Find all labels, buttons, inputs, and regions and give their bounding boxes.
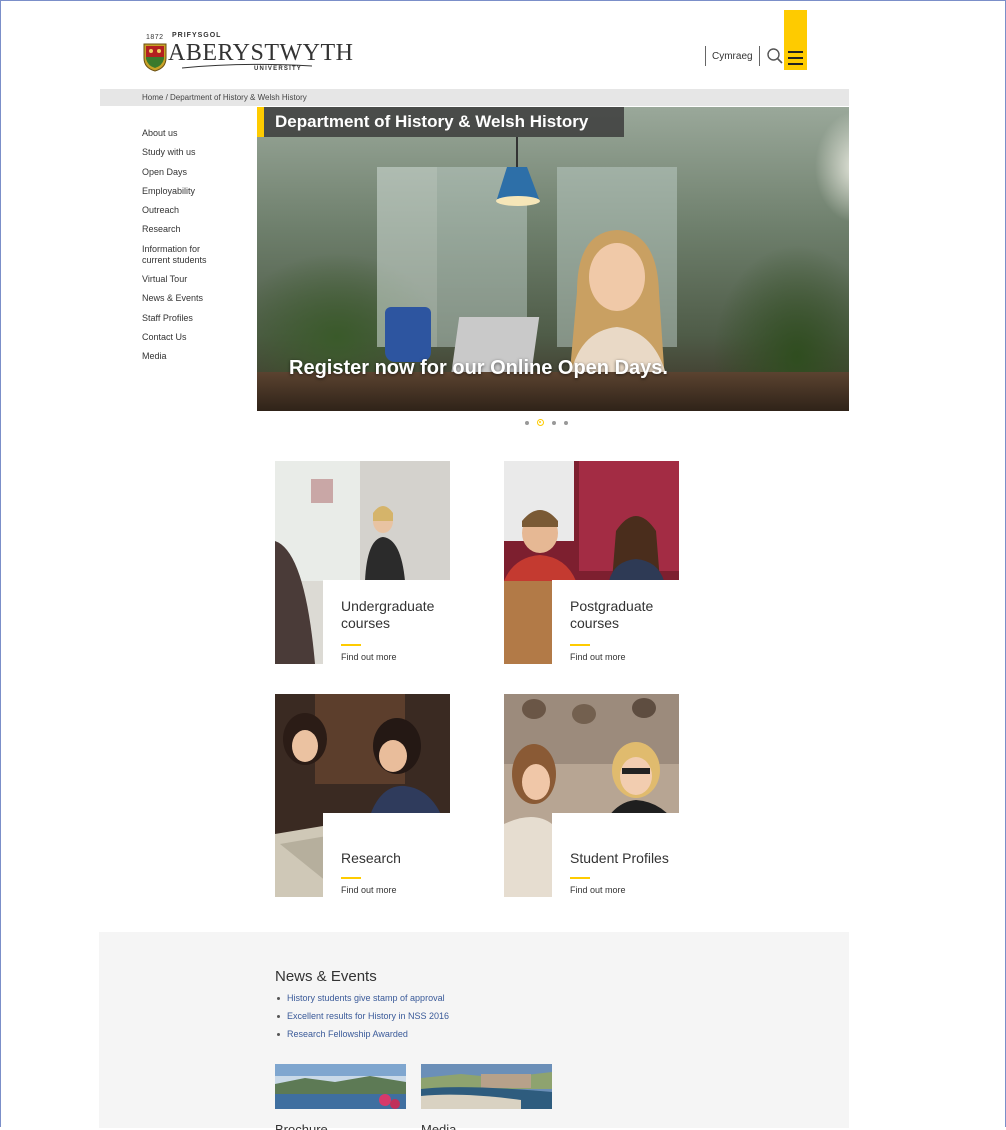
- find-out-more-link[interactable]: Find out more: [341, 885, 397, 895]
- news-list: History students give stamp of approval …: [275, 993, 449, 1047]
- find-out-more-link[interactable]: Find out more: [570, 885, 626, 895]
- sidebar-item-virtual-tour[interactable]: Virtual Tour: [142, 274, 252, 285]
- card-postgraduate[interactable]: Postgraduate courses Find out more: [504, 461, 679, 664]
- sidebar-item-staff[interactable]: Staff Profiles: [142, 313, 252, 324]
- hero-caption[interactable]: Register now for our Online Open Days.: [289, 357, 668, 380]
- card-title: Research: [341, 850, 401, 866]
- media-thumbnail[interactable]: [421, 1064, 552, 1109]
- brochure-label[interactable]: Brochure: [275, 1122, 328, 1130]
- card-text-box: Student Profiles Find out more: [552, 813, 679, 897]
- media-image: [421, 1064, 552, 1109]
- search-icon[interactable]: [766, 47, 784, 65]
- accent-line: [341, 877, 361, 879]
- news-item[interactable]: History students give stamp of approval: [275, 993, 449, 1004]
- hamburger-menu-icon: [788, 51, 803, 53]
- card-title: Undergraduate courses: [341, 598, 435, 631]
- card-undergraduate[interactable]: Undergraduate courses Find out more: [275, 461, 450, 664]
- carousel-dot-4[interactable]: [564, 420, 568, 425]
- card-text-box: Postgraduate courses Find out more: [552, 580, 679, 664]
- find-out-more-link[interactable]: Find out more: [570, 652, 626, 662]
- hero-banner[interactable]: Department of History & Welsh History Re…: [257, 107, 849, 411]
- news-item[interactable]: Excellent results for History in NSS 201…: [275, 1011, 449, 1022]
- news-section: News & Events History students give stam…: [99, 932, 849, 1130]
- sidebar-item-news[interactable]: News & Events: [142, 293, 252, 304]
- accent-line: [341, 644, 361, 646]
- university-logo[interactable]: 1872 PRIFYSGOL ABERYSTWYTH UNIVERSITY: [142, 32, 353, 74]
- sidebar-item-outreach[interactable]: Outreach: [142, 205, 252, 216]
- accent-bar: [257, 107, 264, 137]
- plant-pot-image: [385, 307, 431, 362]
- accent-line: [570, 877, 590, 879]
- card-text-box: Research Find out more: [323, 813, 450, 897]
- sidebar-item-about[interactable]: About us: [142, 128, 252, 139]
- menu-button[interactable]: [784, 10, 807, 70]
- sidebar-nav: About us Study with us Open Days Employa…: [142, 128, 252, 371]
- sidebar-item-current-students[interactable]: Information for current students: [142, 244, 217, 266]
- sidebar-item-contact[interactable]: Contact Us: [142, 332, 252, 343]
- breadcrumb-text[interactable]: Home / Department of History & Welsh His…: [100, 93, 307, 102]
- divider: [758, 46, 760, 66]
- lamp-image: [496, 137, 540, 206]
- carousel-dot-2[interactable]: [537, 419, 544, 426]
- carousel-dot-3[interactable]: [552, 420, 556, 425]
- card-research[interactable]: Research Find out more: [275, 694, 450, 897]
- logo-university: UNIVERSITY: [254, 66, 303, 72]
- page-title: Department of History & Welsh History: [275, 112, 589, 131]
- card-student-profiles[interactable]: Student Profiles Find out more: [504, 694, 679, 897]
- header-tools: Cymraeg: [705, 44, 790, 68]
- logo-year: 1872: [146, 34, 164, 41]
- brochure-thumbnail[interactable]: [275, 1064, 406, 1109]
- breadcrumb: Home / Department of History & Welsh His…: [100, 89, 849, 106]
- news-heading: News & Events: [275, 968, 377, 985]
- sidebar-item-open-days[interactable]: Open Days: [142, 167, 252, 178]
- crest-icon: [143, 43, 167, 72]
- carousel-dots: [525, 419, 568, 426]
- sidebar-item-employability[interactable]: Employability: [142, 186, 252, 197]
- carousel-dot-1[interactable]: [525, 420, 529, 425]
- card-title: Postgraduate courses: [570, 598, 654, 631]
- brochure-image: [275, 1064, 406, 1109]
- accent-line: [570, 644, 590, 646]
- media-label[interactable]: Media: [421, 1122, 456, 1130]
- sidebar-item-study[interactable]: Study with us: [142, 147, 252, 158]
- logo-prifysgol: PRIFYSGOL: [172, 32, 222, 39]
- card-title: Student Profiles: [570, 850, 669, 866]
- news-item[interactable]: Research Fellowship Awarded: [275, 1029, 449, 1040]
- hero-title-bar: Department of History & Welsh History: [257, 107, 625, 137]
- language-link[interactable]: Cymraeg: [706, 51, 759, 62]
- card-text-box: Undergraduate courses Find out more: [323, 580, 450, 664]
- sidebar-item-research[interactable]: Research: [142, 224, 252, 235]
- hamburger-menu-icon-line: [788, 57, 803, 59]
- sidebar-item-media[interactable]: Media: [142, 351, 252, 362]
- hamburger-menu-icon-line: [788, 63, 803, 65]
- find-out-more-link[interactable]: Find out more: [341, 652, 397, 662]
